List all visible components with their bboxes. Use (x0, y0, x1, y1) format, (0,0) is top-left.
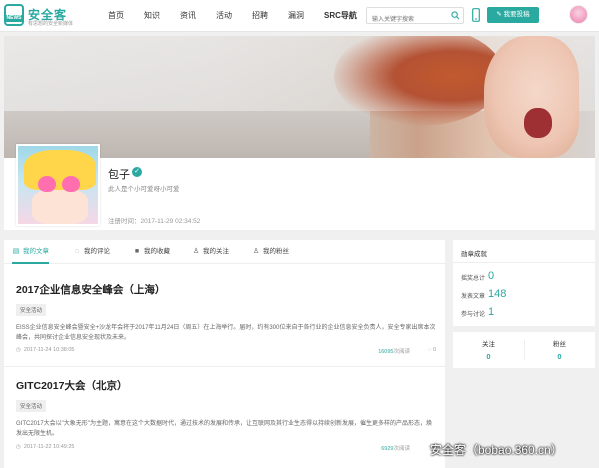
logo-news-text: NEWS (4, 15, 24, 22)
article-title[interactable]: GITC2017大会（北京） (16, 378, 436, 393)
verified-icon: ✓ (132, 167, 142, 177)
achievements-title: 勋章成就 (461, 251, 487, 258)
nav-item-src[interactable]: SRC导航 (324, 0, 357, 32)
tab-my-fans[interactable]: ♙ 我的粉丝 (252, 240, 289, 264)
clock-icon: ◷ (16, 444, 21, 450)
stat-articles: 发表文章 148 (461, 288, 507, 300)
tab-my-articles[interactable]: ▤ 我的文章 (12, 240, 49, 264)
nav-item-knowledge[interactable]: 知识 (144, 0, 160, 32)
article-tag[interactable]: 安全活动 (16, 400, 47, 412)
article-date: 2017-11-24 10:38:05 (23, 347, 75, 353)
following-count[interactable]: 关注 0 (453, 338, 524, 361)
comment-icon: ◌ (74, 248, 80, 255)
article-meta: ◷ 2017-11-24 10:38:05 16095次阅读 ◌ 0 (16, 347, 436, 357)
article-comments: ◌ 0 (428, 347, 436, 353)
search-box (366, 7, 464, 28)
search-icon[interactable] (451, 11, 460, 20)
tab-my-favorites[interactable]: ■ 我的收藏 (133, 240, 170, 264)
profile-banner-image (4, 36, 595, 158)
user-avatar[interactable] (569, 5, 588, 24)
profile-avatar (16, 144, 100, 226)
nav-item-jobs[interactable]: 招聘 (252, 0, 268, 32)
main-nav: 首页 知识 资讯 活动 招聘 漏洞 SRC导航 (108, 0, 377, 32)
main-content: ▤ 我的文章 ◌ 我的评论 ■ 我的收藏 ♙ 我的关注 ♙ 我的粉丝 2017企业信息安全… (4, 240, 445, 468)
nav-item-events[interactable]: 活动 (216, 0, 232, 32)
nav-item-vulns[interactable]: 漏洞 (288, 0, 304, 32)
stat-discussions: 参与讨论 1 (461, 306, 495, 318)
article-title[interactable]: 2017企业信息安全峰会（上海） (16, 282, 436, 297)
logo-subtitle: 有思想的安全新媒体 (28, 21, 74, 27)
stat-lottery-total: 摇奖总计 0 (461, 270, 495, 282)
user-icon: ♙ (252, 248, 260, 255)
profile-name: 包子 (108, 169, 130, 181)
search-input[interactable] (367, 12, 445, 28)
clock-icon: ◷ (16, 347, 21, 353)
document-icon: ▤ (12, 248, 20, 255)
achievements-panel: 勋章成就 摇奖总计 0 发表文章 148 参与讨论 1 (453, 240, 595, 326)
article-views: 6929次阅读 (381, 446, 410, 452)
article-summary: EISS企业信息安全峰会暨安全+沙龙年会将于2017年11月24日（周五）在上海… (16, 325, 436, 341)
follow-stats-panel: 关注 0 粉丝 0 (453, 332, 595, 368)
nav-item-home[interactable]: 首页 (108, 0, 124, 32)
article-item: 2017企业信息安全峰会（上海） 安全活动 EISS企业信息安全峰会暨安全+沙龙… (16, 282, 436, 343)
article-item: GITC2017大会（北京） 安全活动 GITC2017大会以"大象无形"为主题… (16, 378, 436, 439)
mobile-phone-icon[interactable] (472, 8, 480, 22)
site-logo[interactable]: NEWS 安全客 有思想的安全新媒体 (4, 4, 96, 28)
article-views: 16095次阅读 (378, 349, 410, 355)
article-date: 2017-11-22 10:49:25 (23, 444, 75, 450)
article-tag[interactable]: 安全活动 (16, 304, 47, 316)
submit-article-button[interactable]: ✎ 我要投稿 (487, 7, 539, 23)
bookmark-icon: ■ (134, 248, 140, 255)
profile-bio: 此人是个小可爱呀小可爱 (108, 186, 180, 193)
article-meta: ◷ 2017-11-22 10:49:25 6929次阅读 ◌ 0 (16, 444, 436, 454)
profile-tabs: ▤ 我的文章 ◌ 我的评论 ■ 我的收藏 ♙ 我的关注 ♙ 我的粉丝 (4, 240, 445, 264)
user-icon: ♙ (192, 248, 200, 255)
top-navbar: NEWS 安全客 有思想的安全新媒体 首页 知识 资讯 活动 招聘 漏洞 SRC… (0, 0, 599, 32)
logo-badge-icon: NEWS (4, 4, 24, 26)
profile-card: 包子 ✓ 此人是个小可爱呀小可爱 注册时间：2017-11-29 02:34:5… (4, 144, 595, 230)
divider (4, 366, 445, 367)
tab-my-following[interactable]: ♙ 我的关注 (192, 240, 229, 264)
watermark: 安全客（bobao.360.cn） (430, 443, 563, 457)
article-summary: GITC2017大会以"大象无形"为主题，寓意在这个大数据时代，通过技术的发展和… (16, 421, 432, 437)
register-time: 注册时间：2017-11-29 02:34:52 (108, 218, 201, 225)
fans-count[interactable]: 粉丝 0 (524, 338, 595, 361)
tab-my-comments[interactable]: ◌ 我的评论 (73, 240, 110, 264)
nav-item-news[interactable]: 资讯 (180, 0, 196, 32)
